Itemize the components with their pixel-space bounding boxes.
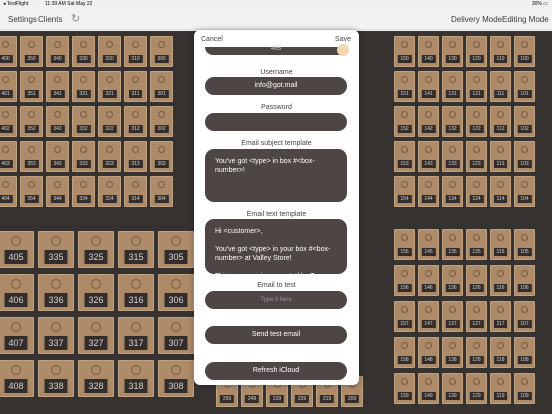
delivery-mode-button[interactable]: Delivery Mode xyxy=(451,15,502,24)
refresh-icloud-button[interactable]: Refresh iCloud xyxy=(205,362,347,380)
carrier-label: ◂ TestFlight xyxy=(3,1,29,7)
time-label: 11:39 AM Sat May 22 xyxy=(45,1,93,7)
avatar xyxy=(337,44,349,56)
password-field[interactable] xyxy=(205,113,347,131)
editing-mode-button[interactable]: Editing Mode xyxy=(502,15,549,24)
clients-button[interactable]: Clients xyxy=(38,15,62,24)
email-test-label: Email to test xyxy=(257,282,296,289)
refresh-icon[interactable]: ↻ xyxy=(71,12,80,25)
send-test-email-button[interactable]: Send test email xyxy=(205,326,347,344)
text-template-label: Email text template xyxy=(246,211,307,218)
battery-label: 30% ▭ xyxy=(531,1,548,7)
subject-label: Email subject template xyxy=(241,140,312,147)
pin-field[interactable]: 465 xyxy=(205,46,347,55)
cancel-button[interactable]: Cancel xyxy=(201,36,223,43)
subject-template-field[interactable]: You've got <type> in box #<box-number>! xyxy=(205,149,347,202)
username-field[interactable]: info@got.mail xyxy=(205,77,347,95)
password-label: Password xyxy=(261,104,292,111)
save-button[interactable]: Save xyxy=(335,36,351,43)
username-label: Username xyxy=(260,69,293,76)
settings-button[interactable]: Settings xyxy=(8,15,37,24)
settings-modal: Cancel Save 465 Username info@got.mail P… xyxy=(194,30,359,385)
status-bar: ◂ TestFlight 11:39 AM Sat May 22 30% ▭ xyxy=(0,0,552,8)
text-template-field[interactable]: Hi <customer>, You've got <type> in your… xyxy=(205,219,347,274)
email-test-input[interactable]: Type it here xyxy=(205,291,347,309)
top-toolbar: Settings Clients ↻ Delivery Mode Editing… xyxy=(0,8,552,30)
